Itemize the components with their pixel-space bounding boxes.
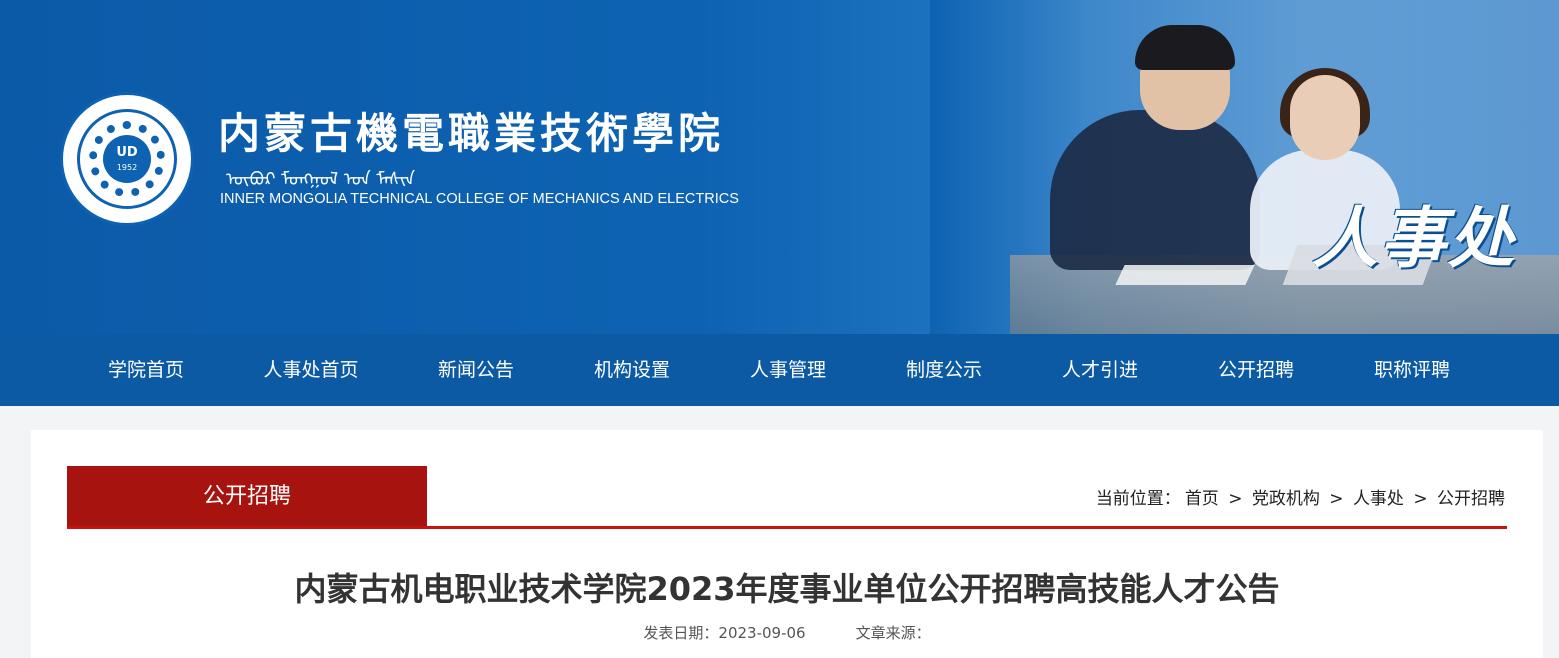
- nav-item-news[interactable]: 新闻公告: [420, 334, 532, 406]
- nav-item-organization[interactable]: 机构设置: [576, 334, 688, 406]
- source-label: 文章来源：: [855, 624, 931, 642]
- nav-item-titles[interactable]: 职称评聘: [1356, 334, 1468, 406]
- section-title: 公开招聘: [67, 466, 427, 526]
- breadcrumb-home[interactable]: 首页: [1185, 489, 1219, 509]
- date-label: 发表日期：: [643, 624, 719, 642]
- logo-year: 1952: [116, 163, 138, 172]
- nav-item-talent[interactable]: 人才引进: [1044, 334, 1156, 406]
- college-name-cn: 内蒙古機電職業技術學院: [218, 109, 725, 158]
- nav-item-hr-home[interactable]: 人事处首页: [250, 334, 372, 406]
- banner-photo-woman-head: [1290, 75, 1360, 160]
- nav-item-policies[interactable]: 制度公示: [888, 334, 1000, 406]
- article-title: 内蒙古机电职业技术学院2023年度事业单位公开招聘高技能人才公告: [294, 570, 1280, 608]
- breadcrumb-prefix: 当前位置：: [1095, 489, 1181, 509]
- banner-photo-papers: [1115, 265, 1255, 285]
- article-meta: 发表日期：2023-09-06 文章来源：: [31, 622, 1543, 643]
- main-nav: 学院首页 人事处首页 新闻公告 机构设置 人事管理 制度公示 人才引进 公开招聘…: [0, 334, 1559, 406]
- nav-item-college-home[interactable]: 学院首页: [90, 334, 202, 406]
- breadcrumb-separator: >: [1329, 489, 1344, 509]
- college-name-en: INNER MONGOLIA TECHNICAL COLLEGE OF MECH…: [220, 191, 739, 207]
- breadcrumb-separator: >: [1413, 489, 1428, 509]
- nav-item-hr-management[interactable]: 人事管理: [732, 334, 844, 406]
- header-banner: UD 1952 内蒙古機電職業技術學院 ᠥᠪᠦᠷ ᠮᠣᠩᠭᠣᠯ ᠤᠨ ᠮᠠᠱᠢᠨ…: [0, 0, 1559, 334]
- breadcrumb: 当前位置： 首页 > 党政机构 > 人事处 > 公开招聘: [1094, 484, 1507, 510]
- college-name-mongolian: ᠥᠪᠦᠷ ᠮᠣᠩᠭᠣᠯ ᠤᠨ ᠮᠠᠱᠢᠨ: [226, 169, 416, 190]
- department-title: 人事处: [1312, 199, 1516, 277]
- logo-monogram: UD: [116, 145, 138, 160]
- breadcrumb-party-org[interactable]: 党政机构: [1252, 489, 1320, 509]
- banner-photo-man: [1050, 110, 1260, 270]
- breadcrumb-separator: >: [1228, 489, 1243, 509]
- banner-photo-man-hair: [1135, 25, 1235, 70]
- nav-item-recruitment[interactable]: 公开招聘: [1200, 334, 1312, 406]
- publish-date: 2023-09-06: [718, 624, 806, 642]
- college-logo[interactable]: UD 1952: [60, 92, 194, 226]
- section-divider: [67, 526, 1507, 529]
- breadcrumb-hr[interactable]: 人事处: [1353, 489, 1404, 509]
- breadcrumb-recruitment[interactable]: 公开招聘: [1437, 489, 1505, 509]
